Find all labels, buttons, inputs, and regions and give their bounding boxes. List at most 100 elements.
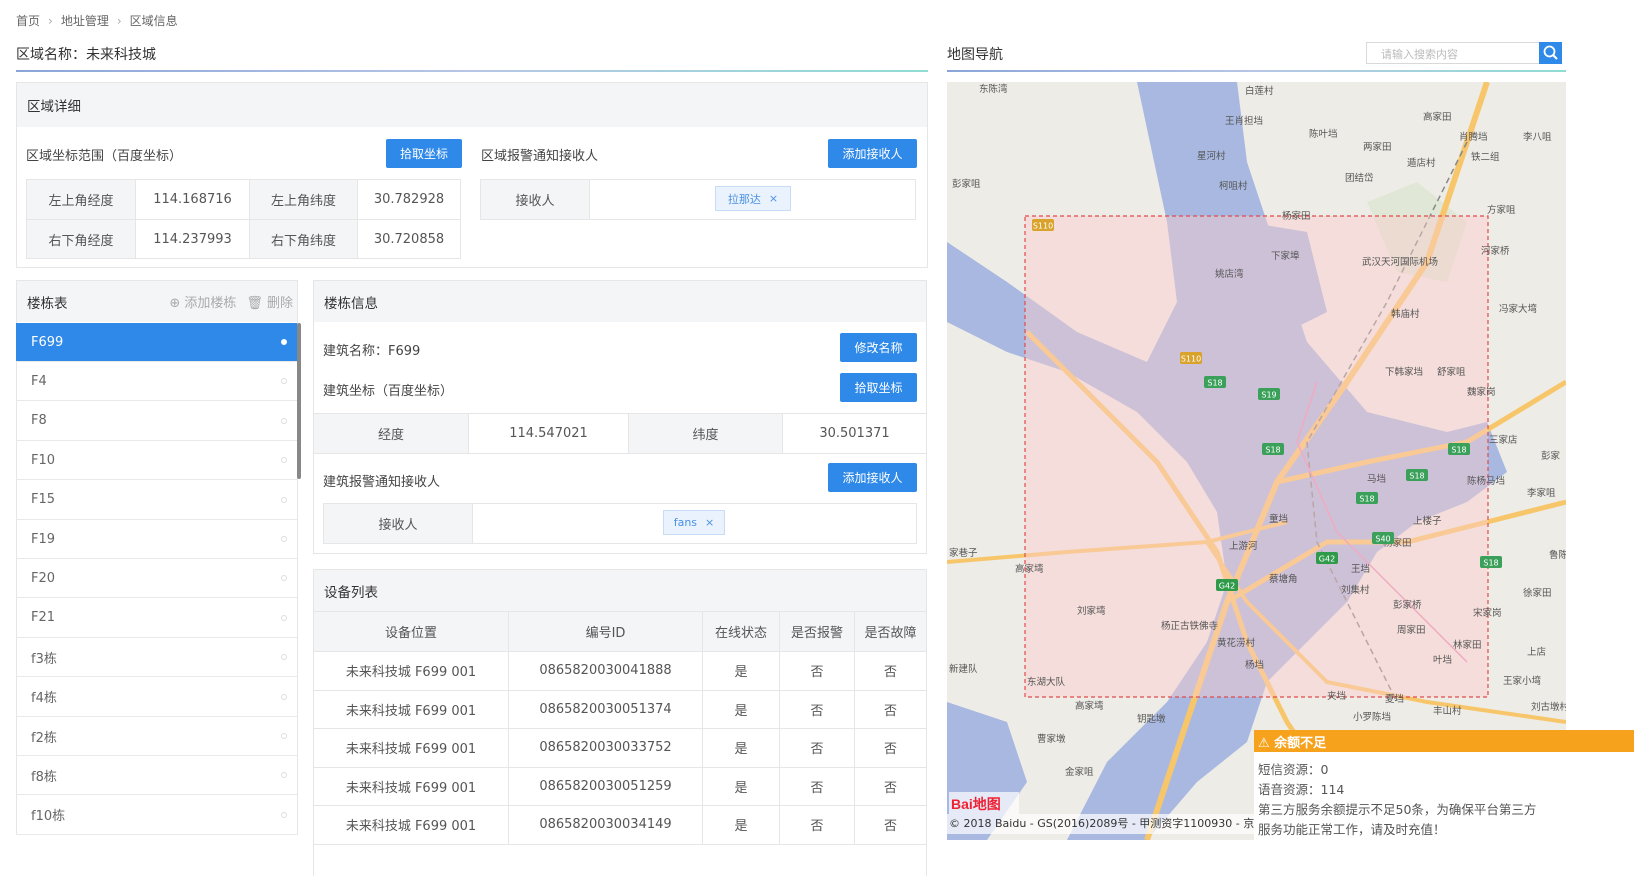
radio-dot-icon — [281, 417, 287, 424]
road-shield: S18 — [1356, 492, 1378, 504]
building-add-receiver-button[interactable]: 添加接收人 — [828, 463, 917, 492]
warning-message-1: 第三方服务余额提示不足50条，为确保平台第三方 — [1258, 802, 1537, 817]
top-left-lng-value: 114.168716 — [135, 179, 250, 220]
map-place-label: 下家埠 — [1271, 250, 1300, 262]
map-place-label: 肖腾垱 — [1459, 131, 1488, 143]
device-id-cell[interactable]: 0865820030041888 — [508, 651, 703, 691]
building-list-item-label: f10栋 — [31, 809, 66, 825]
delete-building-button[interactable]: 🗑 删除 — [246, 292, 293, 311]
radio-dot-icon — [281, 733, 287, 739]
building-list-item[interactable]: f10栋 — [16, 796, 297, 835]
building-list-item[interactable]: F699 — [16, 323, 297, 362]
map-place-label: 上楼子 — [1413, 515, 1442, 527]
building-list-item-label: F699 — [31, 334, 64, 350]
map-place-label: 下韩家垱 — [1385, 366, 1423, 378]
road-shield: S18 — [1204, 376, 1226, 388]
map-place-label: 高家田 — [1423, 111, 1452, 123]
device-location-cell: 未来科技城 F699 001 — [313, 728, 509, 768]
online-cell: 是 — [702, 805, 780, 845]
svg-text:S40: S40 — [1375, 535, 1390, 544]
map-place-label: 新建队 — [949, 663, 978, 675]
map-place-label: 徐家田 — [1523, 587, 1552, 599]
radio-dot-icon — [281, 811, 287, 818]
table-row[interactable]: 未来科技城 F699 001 0865820030034149 是否否 — [313, 805, 927, 845]
fault-cell: 否 — [854, 728, 927, 768]
building-list-item-label: f3栋 — [31, 651, 57, 667]
map-place-label: 夏垱 — [1385, 693, 1404, 705]
map-place-label: 舒家咀 — [1437, 366, 1466, 378]
building-name-label: 建筑名称：F699 — [323, 344, 421, 359]
breadcrumb-home[interactable]: 首页 — [16, 12, 40, 29]
building-lat-label: 纬度 — [628, 413, 783, 454]
device-table: 设备位置 编号ID 在线状态 是否报警 是否故障 未来科技城 F699 001 0… — [313, 611, 927, 845]
alarm-cell: 否 — [779, 766, 855, 806]
building-list-item[interactable]: F8 — [16, 402, 297, 441]
map-place-label: 上店 — [1527, 646, 1546, 658]
voice-balance: 语音资源：114 — [1258, 782, 1345, 797]
building-list-item[interactable]: F21 — [16, 599, 297, 638]
radio-dot-icon — [281, 339, 287, 345]
building-list-item-label: F15 — [31, 492, 56, 508]
building-list-item[interactable]: F19 — [16, 520, 297, 559]
map-place-label: 周家田 — [1397, 624, 1426, 636]
device-id-cell[interactable]: 0865820030051259 — [508, 766, 703, 806]
building-list-item[interactable]: F20 — [16, 559, 297, 599]
breadcrumb-address[interactable]: 地址管理 — [61, 12, 109, 29]
map-place-label: 夹垱 — [1327, 690, 1346, 702]
table-row[interactable]: 未来科技城 F699 001 0865820030033752 是否否 — [313, 728, 927, 768]
map-search-button[interactable] — [1539, 42, 1562, 64]
building-list-item-label: F20 — [31, 570, 56, 586]
device-id-cell[interactable]: 0865820030051374 — [508, 689, 703, 729]
device-id-cell[interactable]: 0865820030034149 — [508, 805, 703, 845]
map-view[interactable]: Bai地图 © 2018 Baidu - GS(2016)2089号 - 甲测资… — [947, 82, 1566, 840]
building-list-item-label: F19 — [31, 531, 56, 547]
top-left-lng-label: 左上角经度 — [26, 179, 136, 220]
building-coord-table: 经度 114.547021 纬度 30.501371 — [313, 413, 927, 454]
building-list-scrollbar[interactable] — [297, 323, 301, 479]
radio-dot-icon — [281, 654, 287, 661]
building-list-item[interactable]: f8栋 — [16, 756, 297, 796]
map-place-label: 东陈湾 — [979, 83, 1008, 95]
alarm-cell: 否 — [779, 728, 855, 768]
radio-dot-icon — [281, 772, 287, 779]
building-list-item[interactable]: f3栋 — [16, 638, 297, 678]
region-pick-coord-button[interactable]: 拾取坐标 — [386, 139, 462, 168]
map-search-input[interactable]: 请输入搜索内容 — [1366, 42, 1540, 64]
building-list-item-label: F4 — [31, 373, 47, 389]
device-id-cell[interactable]: 0865820030033752 — [508, 728, 703, 768]
chevron-right-icon: › — [48, 13, 53, 28]
map-place-label: 姚店湾 — [1215, 268, 1244, 280]
building-list-item[interactable]: f4栋 — [16, 678, 297, 717]
table-row[interactable]: 未来科技城 F699 001 0865820030041888 是否否 — [313, 651, 927, 691]
map-place-label: 杨正古铁佛寺 — [1161, 620, 1219, 632]
svg-text:G42: G42 — [1319, 555, 1335, 564]
region-add-receiver-button[interactable]: 添加接收人 — [828, 139, 917, 168]
balance-warning-body: 短信资源：0 语音资源：114 第三方服务余额提示不足50条，为确保平台第三方 … — [1258, 760, 1536, 840]
map-place-label: 团结岱 — [1345, 172, 1374, 184]
close-icon[interactable]: × — [705, 516, 714, 529]
table-row[interactable]: 未来科技城 F699 001 0865820030051259 是否否 — [313, 766, 927, 806]
rename-building-button[interactable]: 修改名称 — [840, 333, 917, 362]
building-list-item[interactable]: F15 — [16, 481, 297, 520]
building-pick-coord-button[interactable]: 拾取坐标 — [840, 373, 917, 402]
region-detail-title: 区域详细 — [17, 83, 927, 127]
table-row[interactable]: 未来科技城 F699 001 0865820030051374 是否否 — [313, 689, 927, 729]
map-place-label: 马垱 — [1367, 473, 1386, 485]
building-list-item[interactable]: f2栋 — [16, 717, 297, 756]
region-receiver-tag: 拉那达 × — [715, 186, 791, 211]
region-receiver-label: 接收人 — [480, 179, 590, 220]
bottom-right-lat-value: 30.720858 — [357, 219, 461, 259]
building-list-item[interactable]: F4 — [16, 362, 297, 402]
sms-balance: 短信资源：0 — [1258, 762, 1329, 777]
region-coord-table: 左上角经度 114.168716 左上角纬度 30.782928 右下角经度 1… — [26, 179, 461, 259]
building-list-item[interactable]: F10 — [16, 441, 297, 481]
top-left-lat-value: 30.782928 — [357, 179, 461, 220]
map-canvas[interactable]: Bai地图 © 2018 Baidu - GS(2016)2089号 - 甲测资… — [947, 82, 1566, 840]
device-location-cell: 未来科技城 F699 001 — [313, 766, 509, 806]
map-place-label: 王家小塆 — [1503, 675, 1542, 687]
close-icon[interactable]: × — [769, 192, 778, 205]
balance-warning-title: ⚠ 余额不足 — [1258, 736, 1327, 751]
bottom-right-lat-label: 右下角纬度 — [249, 219, 358, 259]
add-building-button[interactable]: ⊕ 添加楼栋 — [169, 292, 236, 311]
building-receiver-label: 接收人 — [323, 503, 473, 544]
